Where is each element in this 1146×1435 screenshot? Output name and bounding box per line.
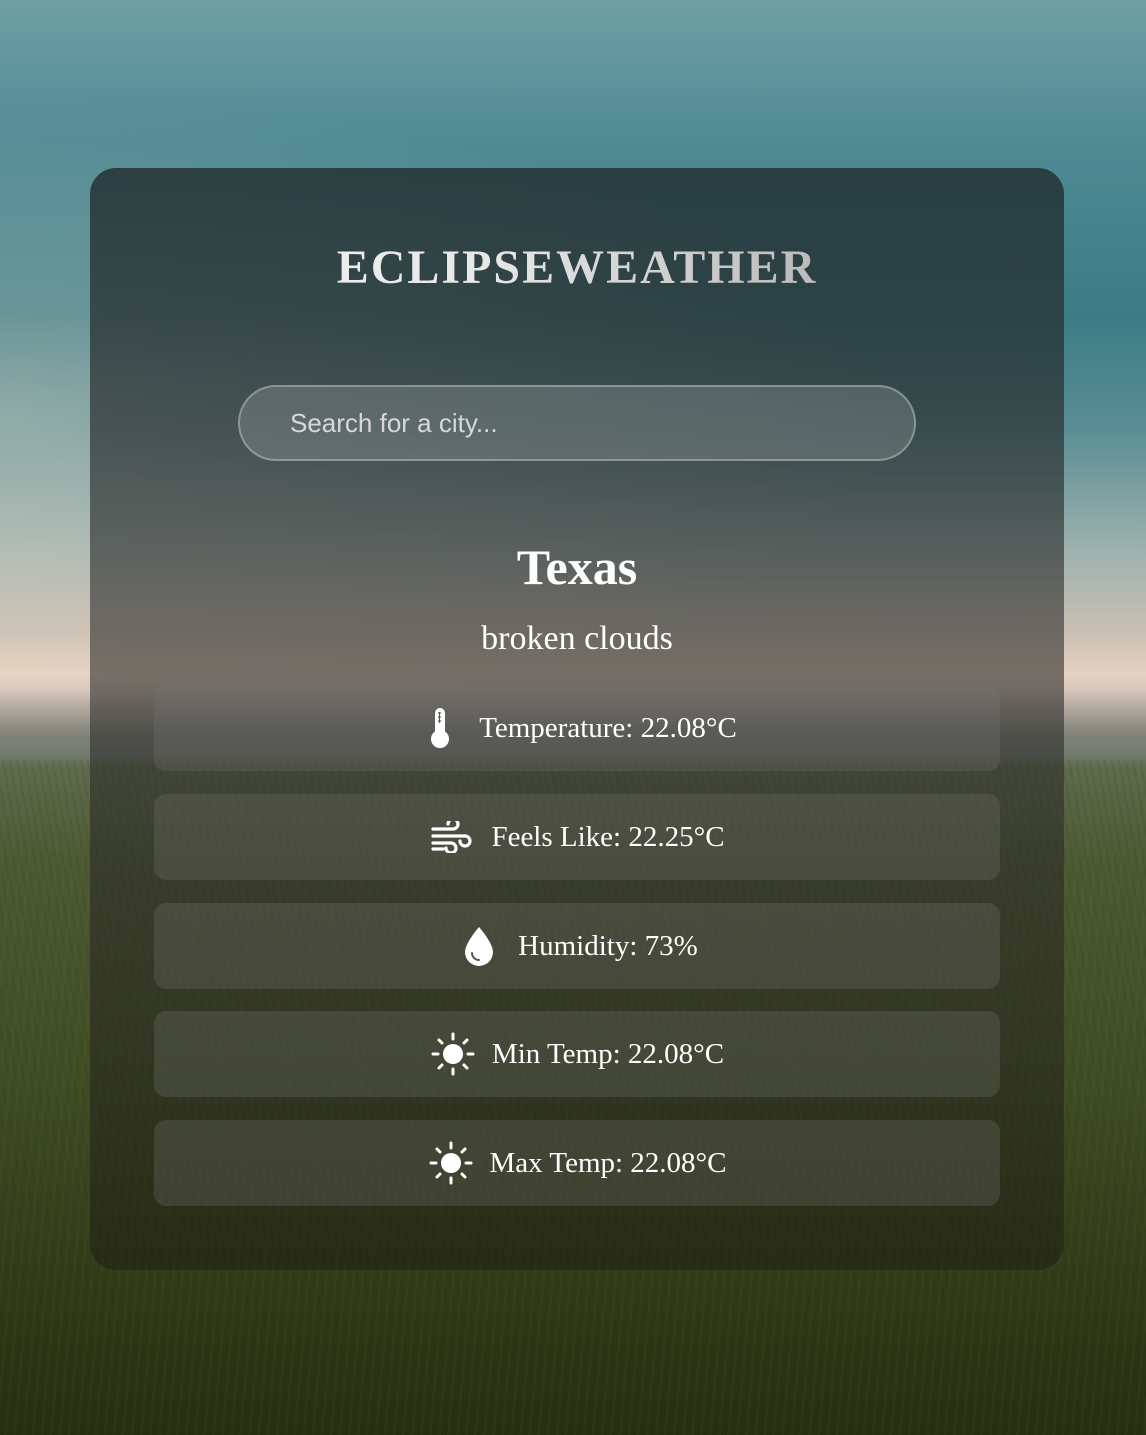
app-title: ECLIPSEWEATHER	[90, 240, 1064, 295]
metric-row-max-temp: Max Temp: 22.08°C	[154, 1120, 1000, 1206]
city-name: Texas	[516, 539, 638, 595]
sun-icon	[430, 1031, 476, 1077]
metric-row-humidity: Humidity: 73%	[154, 903, 1000, 989]
metric-text: Humidity: 73%	[518, 929, 698, 962]
metric-text: Max Temp: 22.08°C	[489, 1146, 727, 1179]
wind-icon	[429, 814, 475, 860]
thermometer-icon	[417, 705, 463, 751]
city-search-input[interactable]	[238, 385, 916, 461]
metric-row-min-temp: Min Temp: 22.08°C	[154, 1011, 1000, 1097]
metric-row-temperature: Temperature: 22.08°C	[154, 685, 1000, 771]
weather-card: ECLIPSEWEATHER Texas broken clouds Tempe…	[90, 168, 1064, 1270]
droplet-icon	[456, 923, 502, 969]
sun-icon	[428, 1140, 474, 1186]
metric-row-feels-like: Feels Like: 22.25°C	[154, 794, 1000, 880]
weather-description: broken clouds	[481, 620, 673, 657]
metric-text: Min Temp: 22.08°C	[491, 1037, 725, 1070]
metric-text: Temperature: 22.08°C	[479, 711, 737, 744]
metric-text: Feels Like: 22.25°C	[491, 820, 725, 853]
